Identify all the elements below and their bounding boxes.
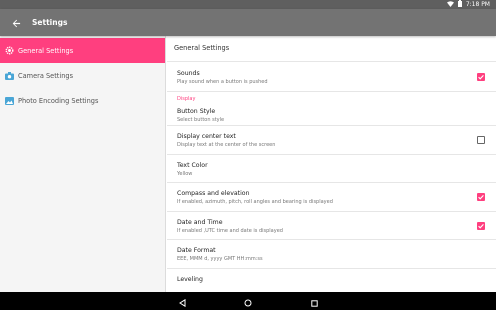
status-icons: 7:18 PM [446,0,490,9]
sidebar-item-label: General Settings [18,46,74,55]
content-title: General Settings [167,36,496,62]
location-pin-icon [7,1,12,16]
triangle-back-icon [178,292,186,310]
sidebar-item-label: Photo Encoding Settings [18,96,99,105]
pref-title: Date Format [177,247,216,254]
pref-summary: Play sound when a button is pushed [177,79,268,85]
sidebar-item-label: Camera Settings [18,71,74,80]
display-center-text-checkbox[interactable] [477,136,485,144]
pref-date-format[interactable]: Date Format EEE, MMM d, yyyy GMT HH:mm:s… [167,240,496,269]
pref-leveling[interactable]: Leveling [167,269,496,289]
settings-content: General Settings Sounds Play sound when … [167,36,496,292]
square-recents-icon [310,292,318,310]
pref-title: Leveling [177,276,203,283]
pref-title: Date and Time [177,219,223,226]
status-bar: 7:18 PM [0,0,496,16]
pref-button-style[interactable]: Button Style Select button style [167,102,496,126]
nav-home-button[interactable] [242,295,254,307]
pref-title: Compass and elevation [177,190,250,197]
pref-title: Display center text [177,133,236,140]
circle-home-icon [244,292,252,310]
pref-summary: If enabled, azimuth, pitch, roll angles … [177,199,333,205]
date-time-checkbox[interactable] [477,221,485,230]
compass-checkbox[interactable] [477,193,485,201]
pref-compass-elevation[interactable]: Compass and elevation If enabled, azimut… [167,183,496,212]
pref-summary: EEE, MMM d, yyyy GMT HH:mm:ss [177,256,263,262]
battery-icon [457,0,462,9]
pref-text-color[interactable]: Text Color Yellow [167,155,496,183]
pref-title: Text Color [177,162,208,169]
pref-title: Sounds [177,70,200,77]
wifi-icon [446,0,454,9]
nav-recents-button[interactable] [308,295,320,307]
gear-icon [5,46,14,55]
camera-icon [5,71,14,80]
sidebar-item-camera-settings[interactable]: Camera Settings [0,63,165,88]
pref-title: Button Style [177,108,216,115]
back-button[interactable] [4,11,28,35]
pref-summary: Select button style [177,117,225,123]
navigation-bar [0,292,496,310]
sidebar-item-photo-encoding-settings[interactable]: Photo Encoding Settings [0,88,165,113]
clock: 7:18 PM [465,1,490,8]
pref-summary: Yellow [177,171,193,177]
sidebar: General Settings Camera Settings Photo E… [0,36,166,292]
sounds-checkbox[interactable] [477,72,485,81]
image-icon [5,96,14,105]
pref-sounds[interactable]: Sounds Play sound when a button is pushe… [167,62,496,92]
arrow-back-icon [12,13,21,32]
pref-summary: Display text at the center of the screen [177,142,276,148]
pref-date-time[interactable]: Date and Time If enabled ,UTC time and d… [167,212,496,240]
sidebar-item-general-settings[interactable]: General Settings [0,38,165,63]
category-display: Display [177,96,196,102]
pref-display-center-text[interactable]: Display center text Display text at the … [167,126,496,155]
nav-back-button[interactable] [176,295,188,307]
pref-summary: If enabled ,UTC time and date is display… [177,228,283,234]
app-title: Settings [32,18,68,27]
app-bar: Settings [0,9,496,36]
